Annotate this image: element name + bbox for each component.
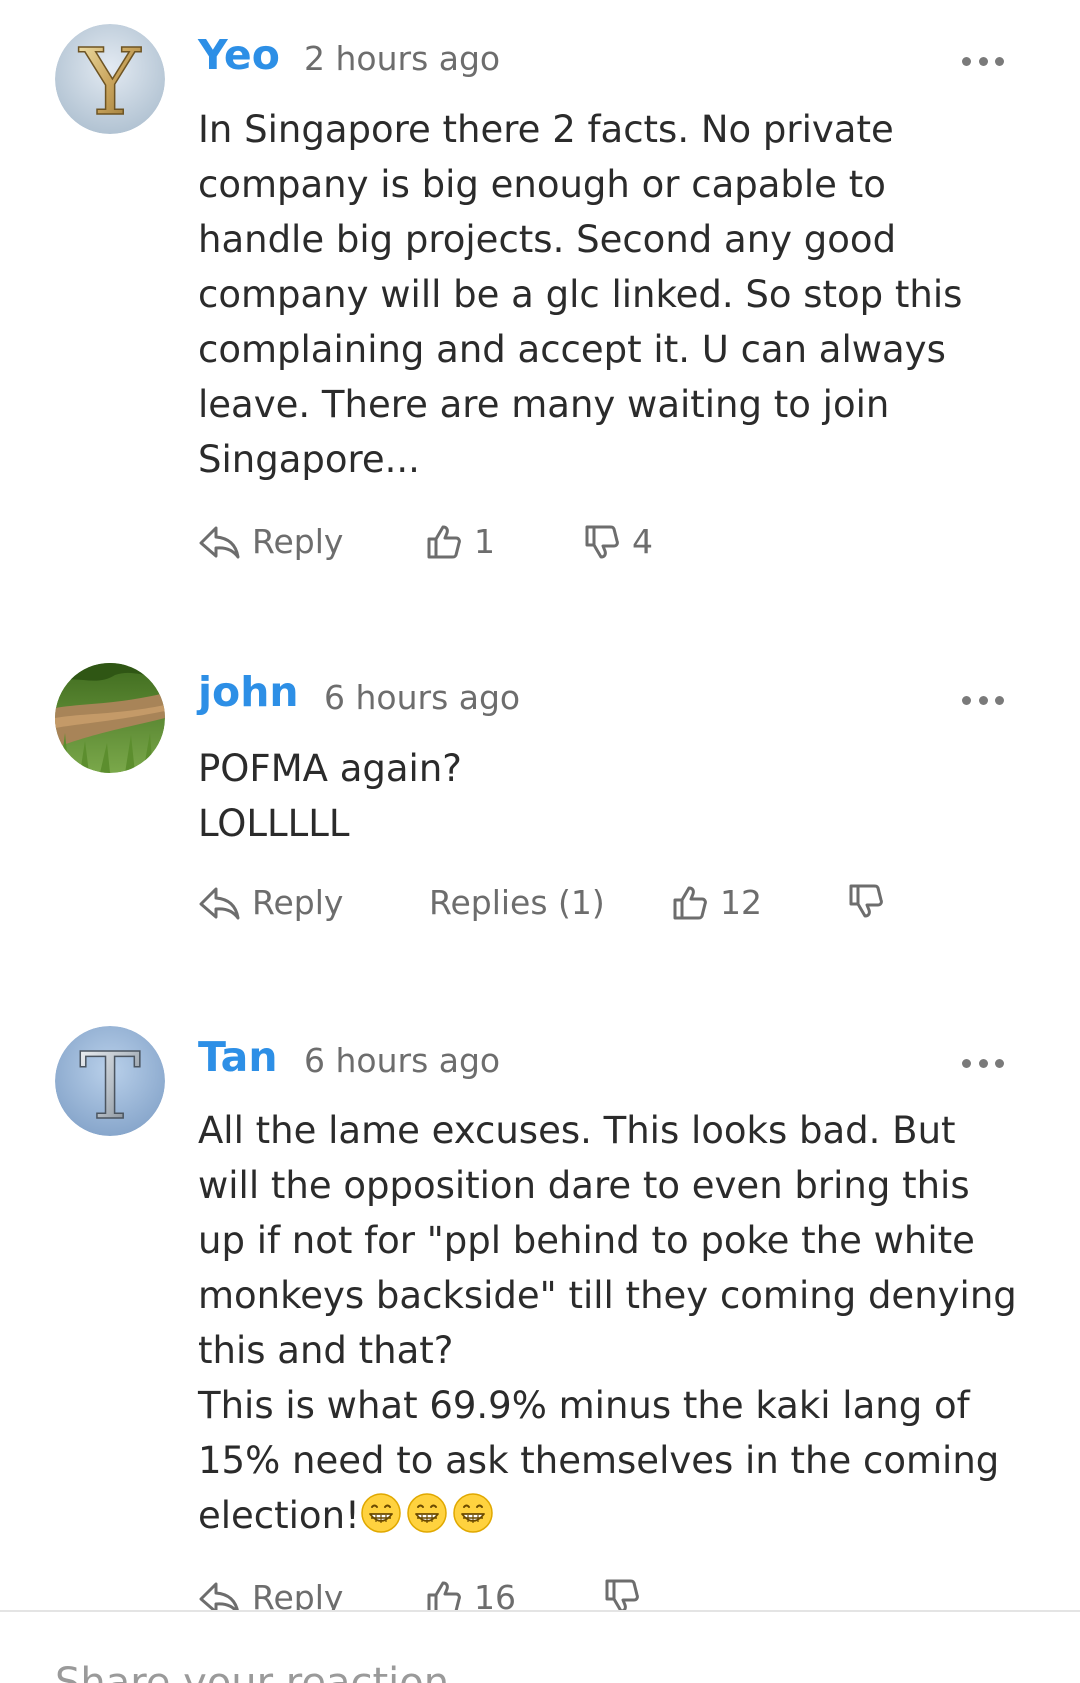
replies-label: Replies (1) <box>429 883 605 922</box>
grinning-face-emoji <box>361 1493 401 1533</box>
grinning-face-emoji <box>407 1493 447 1533</box>
like-button[interactable]: 1 <box>426 522 495 561</box>
thumbs-up-icon <box>427 525 461 558</box>
comment-text-content: All the lame excuses. This looks bad. Bu… <box>198 1109 1017 1537</box>
comment-text: POFMA again? LOLLLLL <box>198 747 462 845</box>
like-count: 12 <box>720 883 762 922</box>
view-replies-button[interactable]: Replies (1) <box>429 883 605 922</box>
avatar[interactable]: Y <box>55 24 165 134</box>
svg-text:Y: Y <box>78 29 142 134</box>
grinning-face-emoji <box>453 1493 493 1533</box>
timestamp: 6 hours ago <box>324 678 521 717</box>
more-dots-icon <box>962 56 971 66</box>
more-dots-icon <box>962 1058 971 1068</box>
reply-button[interactable]: Reply <box>198 883 343 922</box>
thumbs-down-icon <box>605 1579 639 1613</box>
reply-arrow-icon <box>199 887 240 919</box>
dislike-count: 4 <box>632 522 653 561</box>
comment-text: In Singapore there 2 facts. No private c… <box>198 108 963 481</box>
reply-label: Reply <box>252 883 344 922</box>
svg-text:T: T <box>79 1033 140 1136</box>
more-dots-icon <box>962 695 971 705</box>
thumbs-down-icon <box>849 884 883 918</box>
reply-label: Reply <box>252 522 344 561</box>
like-button[interactable]: 12 <box>672 883 762 922</box>
avatar[interactable]: T <box>55 1026 165 1136</box>
reaction-input[interactable]: Share your reaction <box>55 1660 449 1683</box>
more-options-button[interactable] <box>962 1056 1004 1070</box>
reaction-bar: Share your reaction <box>0 1610 1080 1683</box>
avatar[interactable] <box>55 663 165 773</box>
timestamp: 6 hours ago <box>304 1041 501 1080</box>
author-name[interactable]: Yeo <box>198 31 280 79</box>
more-options-button[interactable] <box>962 693 1004 707</box>
like-count: 1 <box>474 522 495 561</box>
emoji-group <box>360 1493 498 1537</box>
dislike-button[interactable] <box>848 883 896 919</box>
reply-arrow-icon <box>199 526 240 558</box>
thumbs-down-icon <box>585 525 619 558</box>
thumbs-up-icon <box>673 886 707 919</box>
reply-button[interactable]: Reply <box>198 522 343 561</box>
more-options-button[interactable] <box>962 54 1004 68</box>
timestamp: 2 hours ago <box>304 39 501 78</box>
author-name[interactable]: john <box>198 668 299 716</box>
comment-text: All the lame excuses. This looks bad. Bu… <box>198 1103 1020 1543</box>
author-name[interactable]: Tan <box>198 1033 278 1081</box>
dislike-button[interactable]: 4 <box>584 522 653 561</box>
dislike-button[interactable] <box>604 1578 652 1614</box>
